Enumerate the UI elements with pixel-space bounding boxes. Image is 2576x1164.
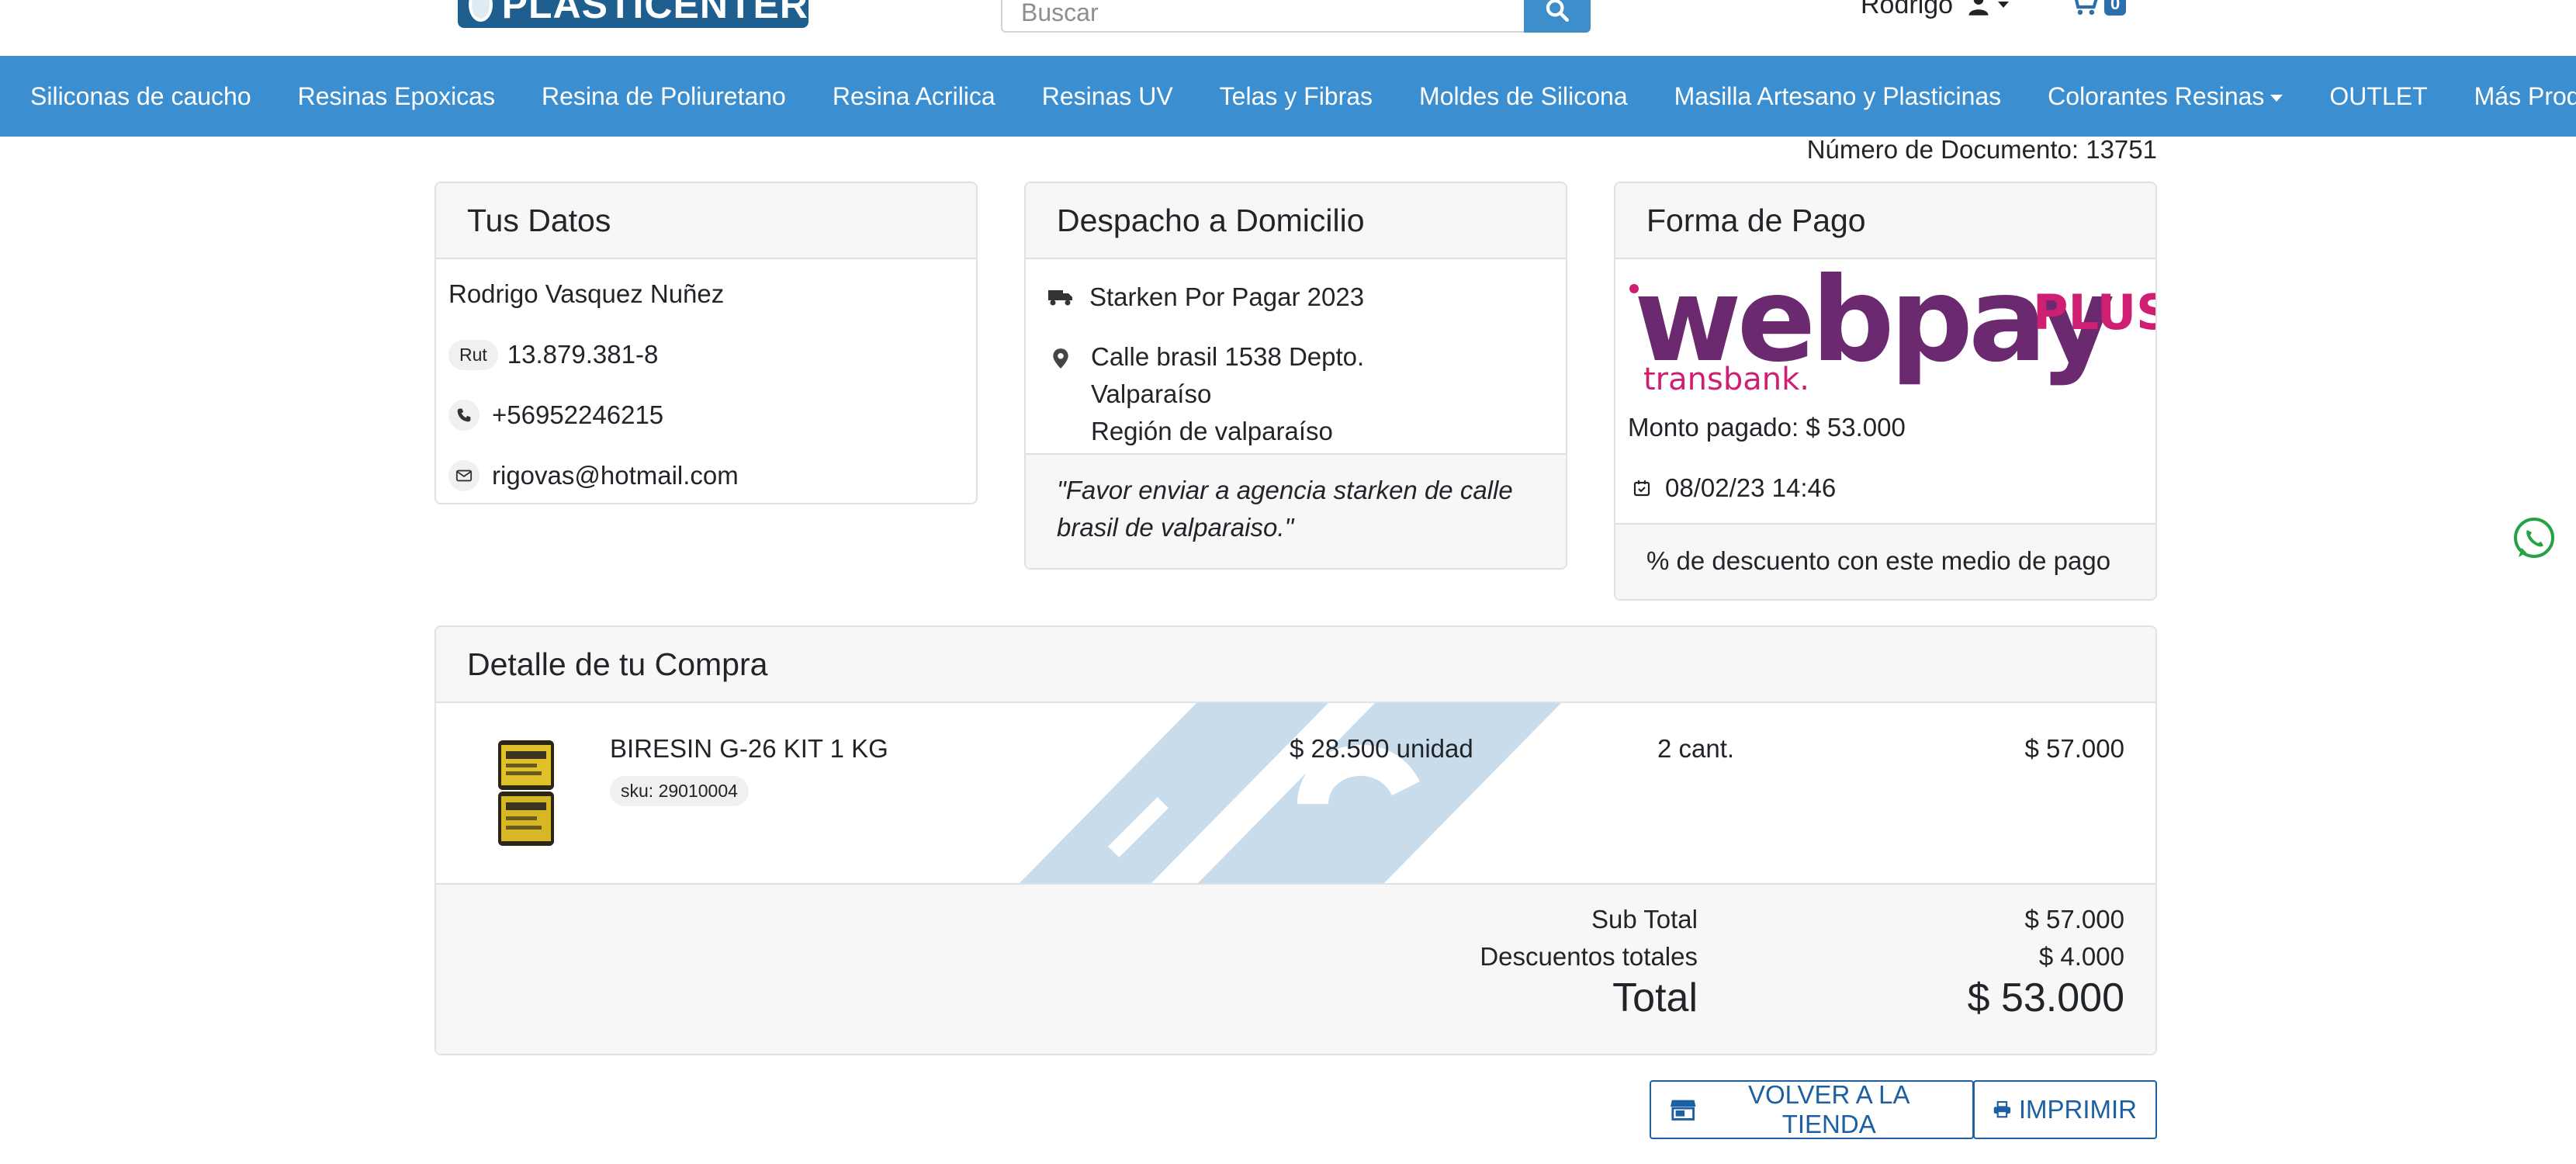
nav-item-outlet[interactable]: OUTLET bbox=[2329, 82, 2427, 111]
unit-price: $ 28.500 unidad bbox=[1290, 734, 1473, 763]
cart-count-badge: 0 bbox=[2104, 0, 2127, 16]
search-icon bbox=[1546, 0, 1570, 23]
address-line-3: Región de valparaíso bbox=[1091, 417, 1333, 445]
customer-rut: 13.879.381-8 bbox=[507, 340, 659, 369]
whatsapp-icon bbox=[2514, 518, 2554, 558]
address-line-2: Valparaíso bbox=[1091, 379, 1212, 408]
store-icon bbox=[1670, 1100, 1696, 1121]
watermark-logo bbox=[1019, 703, 1561, 883]
nav-item-resina-acrilica[interactable]: Resina Acrilica bbox=[833, 82, 995, 111]
customer-email-row: rigovas@hotmail.com bbox=[448, 445, 964, 503]
total-label: Total bbox=[1612, 975, 1698, 1020]
nav-item-mas-productos-label: Más Productos bbox=[2474, 81, 2576, 110]
carrier-name: Starken Por Pagar 2023 bbox=[1089, 282, 1365, 311]
calendar-check-icon bbox=[1633, 480, 1650, 497]
print-label: IMPRIMIR bbox=[2018, 1095, 2137, 1124]
card-title: Despacho a Domicilio bbox=[1026, 183, 1566, 259]
site-header: PLASTICENTER Rodrigo 0 bbox=[0, 0, 2576, 56]
nav-item-colorantes[interactable]: Colorantes Resinas bbox=[2048, 82, 2283, 111]
nav-item-masilla[interactable]: Masilla Artesano y Plasticinas bbox=[1674, 82, 2002, 111]
address-line-1: Calle brasil 1538 Depto. bbox=[1091, 342, 1365, 371]
user-icon bbox=[1968, 0, 1989, 16]
carrier-row: Starken Por Pagar 2023 bbox=[1047, 267, 1547, 327]
subtotal-value: $ 57.000 bbox=[2024, 905, 2124, 934]
category-navbar: Siliconas de caucho Resinas Epoxicas Res… bbox=[0, 56, 2576, 137]
card-title: Tus Datos bbox=[436, 183, 976, 259]
discount-label: Descuentos totales bbox=[1480, 942, 1698, 971]
nav-item-telas-fibras[interactable]: Telas y Fibras bbox=[1220, 82, 1373, 111]
chevron-down-icon bbox=[1998, 2, 2010, 8]
customer-name-row: Rodrigo Vasquez Nuñez bbox=[448, 264, 964, 324]
customer-phone: +56952246215 bbox=[492, 400, 664, 429]
customer-rut-row: Rut 13.879.381-8 bbox=[448, 324, 964, 385]
customer-phone-row: +56952246215 bbox=[448, 385, 964, 445]
customer-data-card: Tus Datos Rodrigo Vasquez Nuñez Rut 13.8… bbox=[435, 182, 978, 504]
search-input[interactable] bbox=[1001, 0, 1524, 33]
line-total: $ 57.000 bbox=[2024, 734, 2124, 763]
user-menu[interactable]: Rodrigo bbox=[1861, 0, 2010, 20]
webpay-plus-logo: webpay PLUS transbank. bbox=[1628, 262, 2155, 397]
caret-down-icon bbox=[2270, 94, 2283, 102]
card-title: Forma de Pago bbox=[1615, 183, 2155, 259]
printer-icon bbox=[1993, 1100, 2011, 1118]
product-image[interactable] bbox=[493, 737, 559, 849]
rut-label: Rut bbox=[448, 339, 498, 370]
transbank-wordmark: transbank. bbox=[1643, 362, 1809, 397]
site-logo[interactable]: PLASTICENTER bbox=[458, 0, 808, 28]
nav-item-resina-poliuretano[interactable]: Resina de Poliuretano bbox=[542, 82, 786, 111]
shipping-note: "Favor enviar a agencia starken de calle… bbox=[1026, 453, 1566, 568]
purchase-detail-card: Detalle de tu Compra BIRESIN G-26 KIT 1 bbox=[435, 625, 2157, 1055]
customer-name: Rodrigo Vasquez Nuñez bbox=[448, 279, 725, 308]
document-number: Número de Documento: 13751 bbox=[1806, 135, 2157, 164]
nav-item-siliconas[interactable]: Siliconas de caucho bbox=[30, 82, 251, 111]
search-button[interactable] bbox=[1524, 0, 1591, 33]
total-value: $ 53.000 bbox=[1967, 975, 2124, 1020]
payment-date: 08/02/23 14:46 bbox=[1665, 473, 1837, 502]
phone-icon bbox=[448, 400, 480, 431]
amount-paid: Monto pagado: $ 53.000 bbox=[1628, 413, 1906, 442]
nav-item-resinas-uv[interactable]: Resinas UV bbox=[1042, 82, 1173, 111]
logo-text: PLASTICENTER bbox=[501, 0, 808, 26]
whatsapp-chat-button[interactable] bbox=[2511, 515, 2557, 562]
payment-discount-note: % de descuento con este medio de pago bbox=[1615, 523, 2155, 599]
back-to-store-button[interactable]: VOLVER A LA TIENDA bbox=[1650, 1080, 1974, 1139]
product-sku: sku: 29010004 bbox=[610, 776, 758, 806]
cart-button[interactable]: 0 bbox=[2069, 0, 2127, 16]
nav-item-mas-productos[interactable]: Más Productos bbox=[2474, 82, 2576, 111]
shipping-card: Despacho a Domicilio Starken Por Pagar 2… bbox=[1024, 182, 1567, 570]
cart-icon bbox=[2075, 0, 2098, 16]
print-button[interactable]: IMPRIMIR bbox=[1973, 1080, 2157, 1139]
order-totals: Sub Total $ 57.000 Descuentos totales $ … bbox=[436, 885, 2155, 1054]
discount-value: $ 4.000 bbox=[2038, 942, 2124, 971]
product-name[interactable]: BIRESIN G-26 KIT 1 KG bbox=[610, 734, 888, 764]
address-row: Calle brasil 1538 Depto. Valparaíso Regi… bbox=[1047, 327, 1547, 450]
back-to-store-label: VOLVER A LA TIENDA bbox=[1747, 1080, 1910, 1138]
logo-emblem-icon bbox=[469, 0, 493, 22]
sku-badge: sku: 29010004 bbox=[610, 776, 749, 806]
webpay-plus-mark: PLUS bbox=[2033, 284, 2157, 341]
amount-row: Monto pagado: $ 53.000 bbox=[1628, 397, 2143, 458]
envelope-icon bbox=[448, 460, 480, 491]
truck-icon bbox=[1048, 290, 1072, 306]
nav-item-resinas-epoxicas[interactable]: Resinas Epoxicas bbox=[298, 82, 495, 111]
card-title: Detalle de tu Compra bbox=[436, 627, 2155, 703]
nav-item-colorantes-label: Colorantes Resinas bbox=[2048, 81, 2265, 110]
map-pin-icon bbox=[1053, 348, 1068, 369]
payment-card: Forma de Pago webpay PLUS transbank. Mon… bbox=[1614, 182, 2157, 601]
quantity: 2 cant. bbox=[1657, 734, 1735, 763]
nav-item-moldes-silicona[interactable]: Moldes de Silicona bbox=[1419, 82, 1628, 111]
subtotal-label: Sub Total bbox=[1591, 905, 1698, 934]
user-name: Rodrigo bbox=[1861, 0, 1954, 19]
search-bar bbox=[1001, 0, 1591, 33]
payment-date-row: 08/02/23 14:46 bbox=[1628, 458, 2143, 518]
customer-email: rigovas@hotmail.com bbox=[492, 461, 739, 490]
order-line-item: BIRESIN G-26 KIT 1 KG sku: 29010004 $ 28… bbox=[436, 703, 2155, 885]
